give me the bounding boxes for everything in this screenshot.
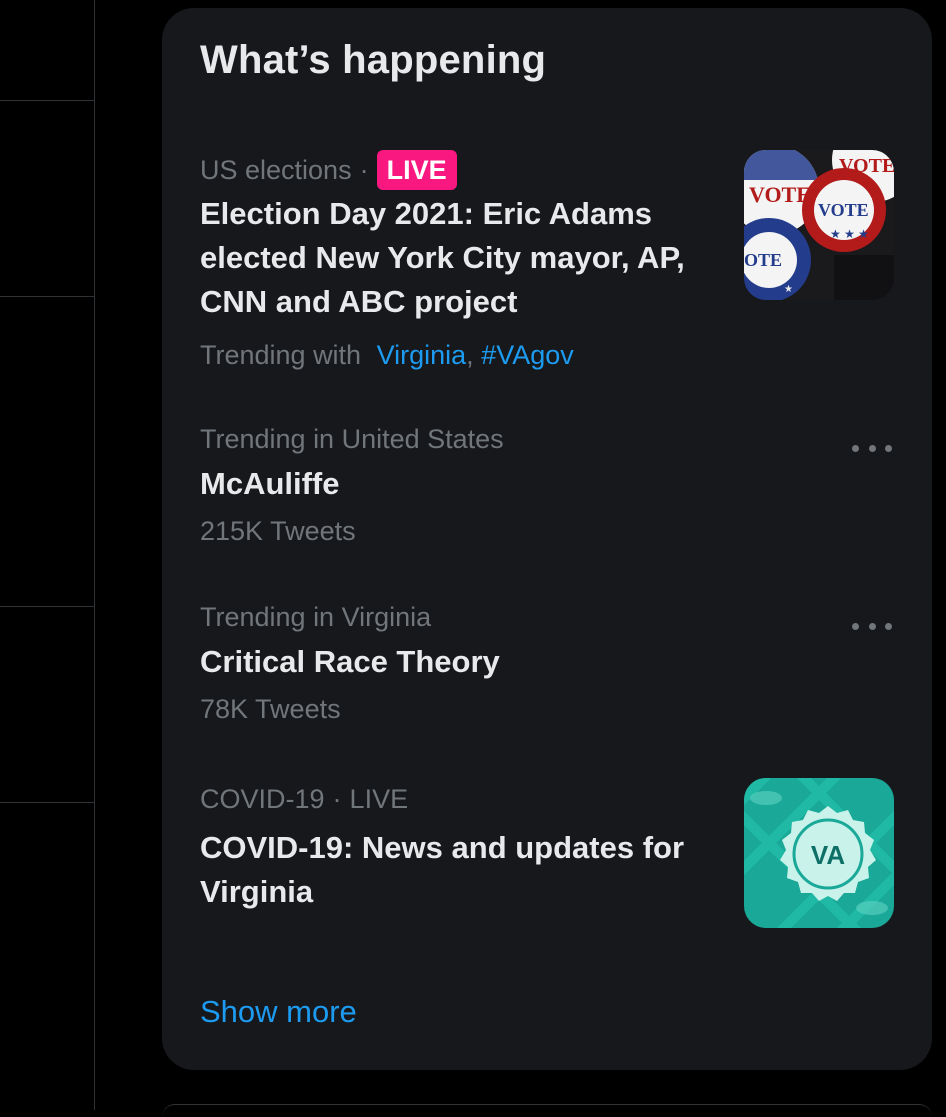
trend-item-election[interactable]: US elections · LIVE Election Day 2021: Eri… — [162, 128, 932, 388]
more-horizontal-icon[interactable] — [852, 440, 892, 456]
timeline-divider — [0, 606, 94, 607]
trend-item-covid[interactable]: COVID-19 · LIVE COVID-19: News and updates… — [162, 778, 932, 948]
trending-with-separator: , — [466, 340, 474, 370]
timeline-divider — [0, 100, 94, 101]
trending-with-link-vagov[interactable]: #VAgov — [481, 340, 574, 370]
svg-text:★: ★ — [784, 284, 793, 295]
trending-with: Trending with Virginia, #VAgov — [200, 340, 574, 371]
panel-title: What’s happening — [200, 38, 547, 82]
timeline-divider — [0, 802, 94, 803]
trend-meta: COVID-19 · LIVE — [200, 784, 408, 815]
live-label: LIVE — [349, 784, 409, 814]
more-horizontal-icon[interactable] — [852, 618, 892, 634]
tweet-count: 78K Tweets — [200, 694, 341, 724]
live-badge: LIVE — [376, 150, 457, 190]
timeline-border — [94, 0, 95, 1110]
va-badge-image: VA — [744, 778, 894, 928]
trend-item-critical-race-theory[interactable]: Trending in Virginia Critical Race Theor… — [162, 596, 932, 746]
svg-text:★ ★ ★: ★ ★ ★ — [830, 227, 869, 241]
vote-buttons-image: VOTE VOTE VOTE ★ ★ ★ OTE ★ — [744, 150, 894, 300]
trend-context: Trending in United States — [200, 424, 504, 454]
svg-text:OTE: OTE — [744, 250, 782, 270]
trending-with-label: Trending with — [200, 340, 362, 370]
trend-item-mcauliffe[interactable]: Trending in United States McAuliffe 215K… — [162, 418, 932, 568]
trend-context: Trending in Virginia — [200, 602, 432, 632]
tweet-count: 215K Tweets — [200, 516, 356, 546]
svg-text:VOTE: VOTE — [749, 182, 811, 207]
trend-name: McAuliffe — [200, 466, 340, 501]
svg-text:VOTE: VOTE — [818, 200, 869, 220]
meta-separator: · — [359, 155, 369, 186]
trend-headline: Election Day 2021: Eric Adams elected Ne… — [200, 196, 685, 319]
whats-happening-panel: What’s happening US elections · LIVE Elect… — [162, 8, 932, 1070]
trending-with-link-virginia[interactable]: Virginia — [377, 340, 467, 370]
trend-meta: US elections · LIVE — [200, 150, 457, 192]
meta-separator: · — [332, 784, 342, 814]
va-badge-text: VA — [811, 840, 845, 870]
trend-headline: COVID-19: News and updates for Virginia — [200, 830, 685, 909]
trend-category: US elections — [200, 155, 352, 186]
timeline-divider — [0, 296, 94, 297]
trend-category: COVID-19 — [200, 784, 325, 814]
show-more-link[interactable]: Show more — [200, 994, 357, 1030]
next-panel-edge — [162, 1104, 932, 1117]
trend-name: Critical Race Theory — [200, 644, 500, 679]
